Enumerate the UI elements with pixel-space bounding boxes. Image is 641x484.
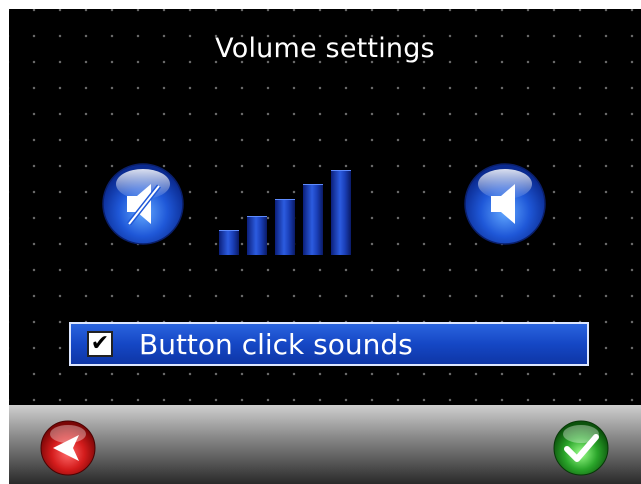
volume-up-button[interactable] xyxy=(463,162,547,246)
volume-bar-4[interactable] xyxy=(303,184,323,255)
page-title: Volume settings xyxy=(215,33,435,64)
click-sounds-label: Button click sounds xyxy=(139,328,413,361)
volume-level-bars[interactable] xyxy=(219,169,359,255)
volume-bar-2[interactable] xyxy=(247,216,267,255)
volume-settings-screen: Volume settings ✔ Button click sounds xyxy=(9,9,641,484)
button-click-sounds-toggle[interactable]: ✔ Button click sounds xyxy=(69,322,589,366)
footer-bar xyxy=(9,405,641,484)
speaker-icon xyxy=(464,163,546,245)
back-button[interactable] xyxy=(39,419,97,477)
speaker-mute-icon xyxy=(102,163,184,245)
back-arrow-icon xyxy=(40,420,96,476)
volume-bar-5[interactable] xyxy=(331,170,351,255)
click-sounds-checkbox[interactable]: ✔ xyxy=(87,331,113,357)
confirm-button[interactable] xyxy=(552,419,610,477)
volume-bar-3[interactable] xyxy=(275,199,295,255)
volume-bar-1[interactable] xyxy=(219,230,239,255)
checkmark-icon xyxy=(553,420,609,476)
volume-down-button[interactable] xyxy=(101,162,185,246)
